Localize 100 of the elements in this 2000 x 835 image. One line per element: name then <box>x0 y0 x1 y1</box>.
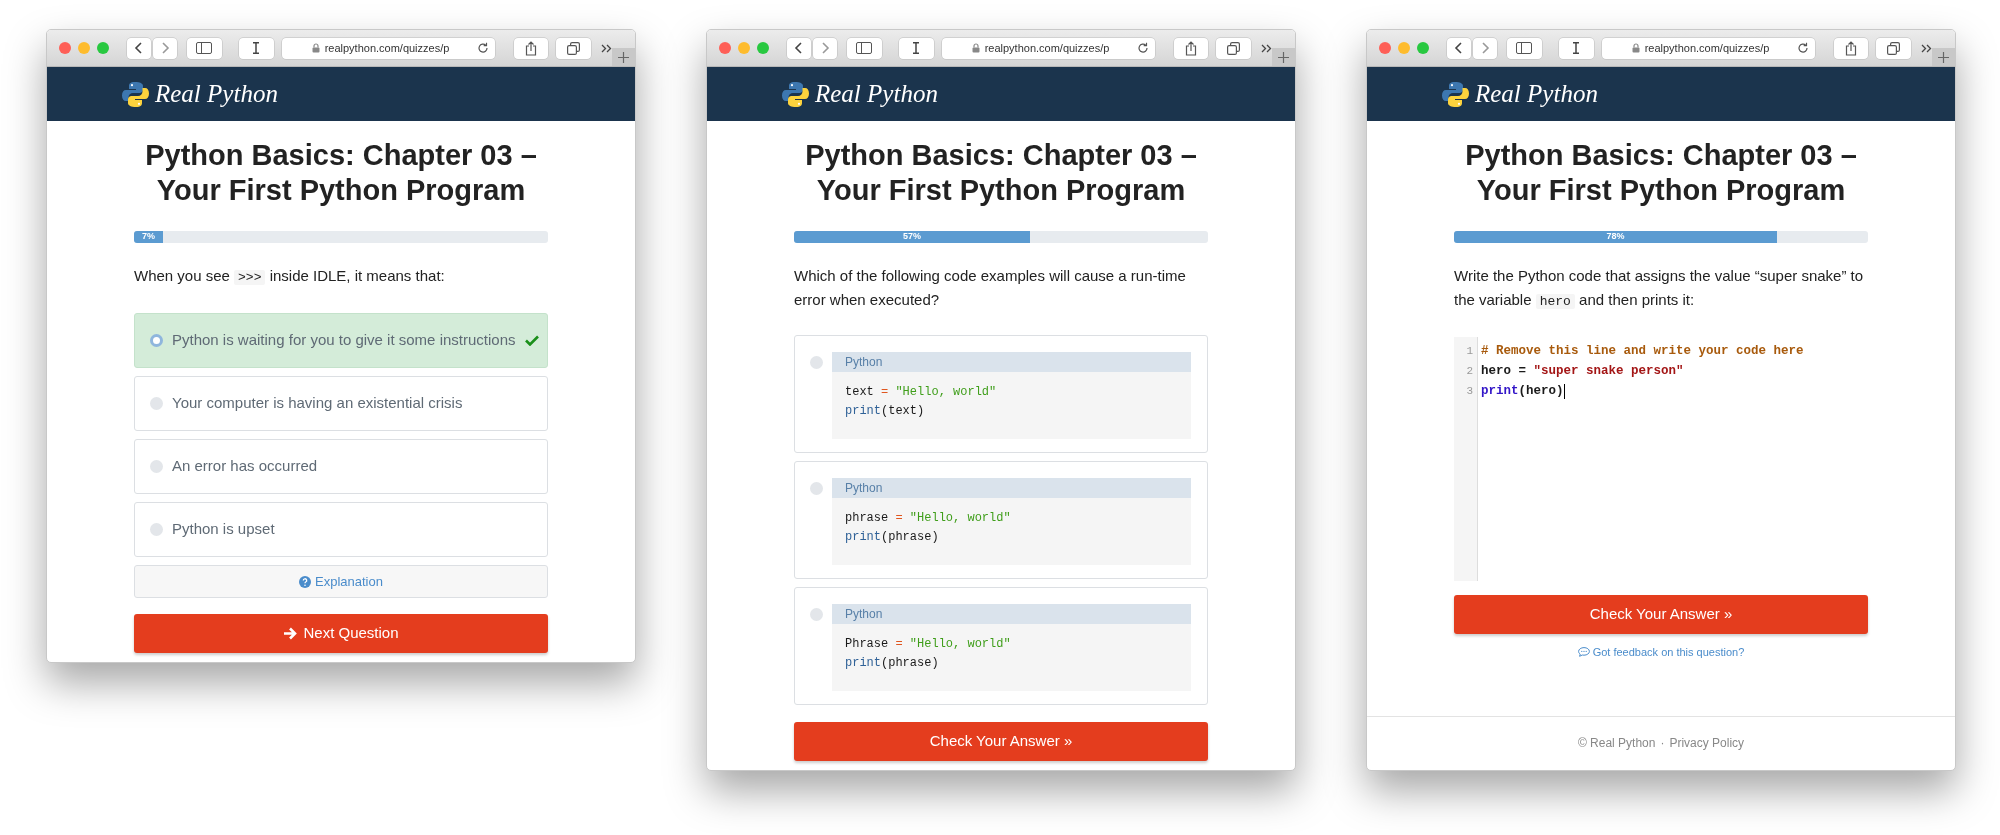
sidebar-button[interactable] <box>1507 37 1542 59</box>
question-circle-icon <box>299 575 311 588</box>
close-button[interactable] <box>59 42 71 54</box>
more-icon[interactable] <box>1921 43 1933 53</box>
code-line: print(hero) <box>1481 383 1564 400</box>
code-text: phrase = "Hello, world" print(phrase) <box>844 510 1012 546</box>
sidebar-button[interactable] <box>847 37 882 59</box>
speech-bubble-icon <box>1577 647 1590 658</box>
back-button[interactable] <box>1447 37 1471 59</box>
share-button[interactable] <box>513 37 549 59</box>
answer-option[interactable]: Python is upset <box>134 502 548 557</box>
sidebar-icon <box>1516 42 1533 54</box>
privacy-policy-link[interactable]: Privacy Policy <box>1669 734 1745 752</box>
forward-button[interactable] <box>153 37 177 59</box>
action-button[interactable]: Check Your Answer » <box>794 722 1208 761</box>
page-title: Python Basics: Chapter 03 – Your First Python Program <box>804 138 1198 208</box>
lock-icon <box>311 43 320 53</box>
sidebar-icon <box>196 42 213 54</box>
radio-button[interactable] <box>150 523 163 536</box>
maximize-button[interactable] <box>97 42 109 54</box>
action-button[interactable]: Next Question <box>134 614 548 653</box>
radio-button[interactable] <box>150 397 163 410</box>
url-text: realpython.com/quizzes/p <box>984 40 1110 56</box>
plus-icon <box>618 51 630 63</box>
answer-option[interactable]: Python phrase = "Hello, world" print(phrase) <box>794 461 1208 579</box>
tabs-button[interactable] <box>1216 37 1252 59</box>
text-cursor-icon <box>1572 42 1581 54</box>
radio-button[interactable] <box>150 334 163 347</box>
line-number: 2 <box>1465 364 1474 379</box>
sidebar-icon <box>856 42 873 54</box>
address-bar[interactable]: realpython.com/quizzes/p <box>1601 37 1815 59</box>
feedback-link[interactable]: Got feedback on this question? <box>1454 644 1868 661</box>
maximize-button[interactable] <box>757 42 769 54</box>
url-text: realpython.com/quizzes/p <box>324 40 450 56</box>
answer-option[interactable]: Python Phrase = "Hello, world" print(phrase) <box>794 587 1208 705</box>
answer-option[interactable]: Your computer is having an existential crisis <box>134 376 548 431</box>
more-icon[interactable] <box>1261 43 1273 53</box>
maximize-button[interactable] <box>1417 42 1429 54</box>
share-button[interactable] <box>1173 37 1209 59</box>
reader-button[interactable] <box>898 37 934 59</box>
progress-fill: 57% <box>794 231 1030 243</box>
code-text: Phrase = "Hello, world" print(phrase) <box>844 636 1012 672</box>
question-text: Write the Python code that assigns the value “super snake” to the variable hero and then prints it: <box>1454 266 1865 311</box>
share-icon <box>524 40 537 56</box>
python-logo-icon[interactable] <box>1442 80 1469 108</box>
separator-dot: · <box>1660 735 1665 752</box>
back-button[interactable] <box>787 37 811 59</box>
chevron-right-icon <box>1480 41 1490 55</box>
code-line: hero = "super snake person" <box>1481 363 1684 380</box>
forward-button[interactable] <box>813 37 837 59</box>
more-icon[interactable] <box>601 43 613 53</box>
address-bar[interactable]: realpython.com/quizzes/p <box>281 37 495 59</box>
checkmark-icon <box>524 335 539 346</box>
option-text: Python is waiting for you to give it some instructions <box>172 330 516 351</box>
address-bar[interactable]: realpython.com/quizzes/p <box>941 37 1155 59</box>
answer-option[interactable]: An error has occurred <box>134 439 548 494</box>
share-button[interactable] <box>1833 37 1869 59</box>
chevron-left-icon <box>794 41 804 55</box>
page-title: Python Basics: Chapter 03 – Your First Python Program <box>1464 138 1858 208</box>
python-logo-icon[interactable] <box>782 80 809 108</box>
brand-name[interactable]: Real Python <box>815 75 938 113</box>
option-text: An error has occurred <box>172 456 318 477</box>
new-tab-button[interactable] <box>1932 48 1955 66</box>
reader-button[interactable] <box>1558 37 1594 59</box>
tabs-button[interactable] <box>1876 37 1912 59</box>
brand-name[interactable]: Real Python <box>1475 75 1598 113</box>
radio-button[interactable] <box>150 460 163 473</box>
answer-option[interactable]: Python text = "Hello, world" print(text) <box>794 335 1208 453</box>
forward-button[interactable] <box>1473 37 1497 59</box>
question-text: Which of the following code examples will cause a run-time error when executed? <box>794 266 1187 310</box>
code-text: text = "Hello, world" print(text) <box>844 384 998 420</box>
reader-button[interactable] <box>238 37 274 59</box>
back-button[interactable] <box>127 37 151 59</box>
close-button[interactable] <box>719 42 731 54</box>
radio-button[interactable] <box>810 482 823 495</box>
radio-button[interactable] <box>810 608 823 621</box>
text-cursor-icon <box>912 42 921 54</box>
radio-button[interactable] <box>810 356 823 369</box>
action-button[interactable]: Check Your Answer » <box>1454 595 1868 634</box>
tabs-icon <box>1887 41 1901 55</box>
python-logo-icon[interactable] <box>122 80 149 108</box>
new-tab-button[interactable] <box>1272 48 1295 66</box>
chevron-left-icon <box>134 41 144 55</box>
code-line: # Remove this line and write your code here <box>1481 343 1804 360</box>
reload-icon[interactable] <box>1136 42 1149 54</box>
progress-fill: 78% <box>1454 231 1777 243</box>
brand-name[interactable]: Real Python <box>155 75 278 113</box>
new-tab-button[interactable] <box>612 48 635 66</box>
arrow-right-icon <box>283 627 298 640</box>
code-language-label: Python <box>832 604 1191 624</box>
sidebar-button[interactable] <box>187 37 222 59</box>
reload-icon[interactable] <box>1796 42 1809 54</box>
chevron-right-icon <box>820 41 830 55</box>
option-text: Python is upset <box>172 519 275 540</box>
reload-icon[interactable] <box>476 42 489 54</box>
answer-option[interactable]: Python is waiting for you to give it some instructions <box>134 313 548 368</box>
tabs-button[interactable] <box>556 37 592 59</box>
close-button[interactable] <box>1379 42 1391 54</box>
share-icon <box>1184 40 1197 56</box>
share-icon <box>1844 40 1857 56</box>
